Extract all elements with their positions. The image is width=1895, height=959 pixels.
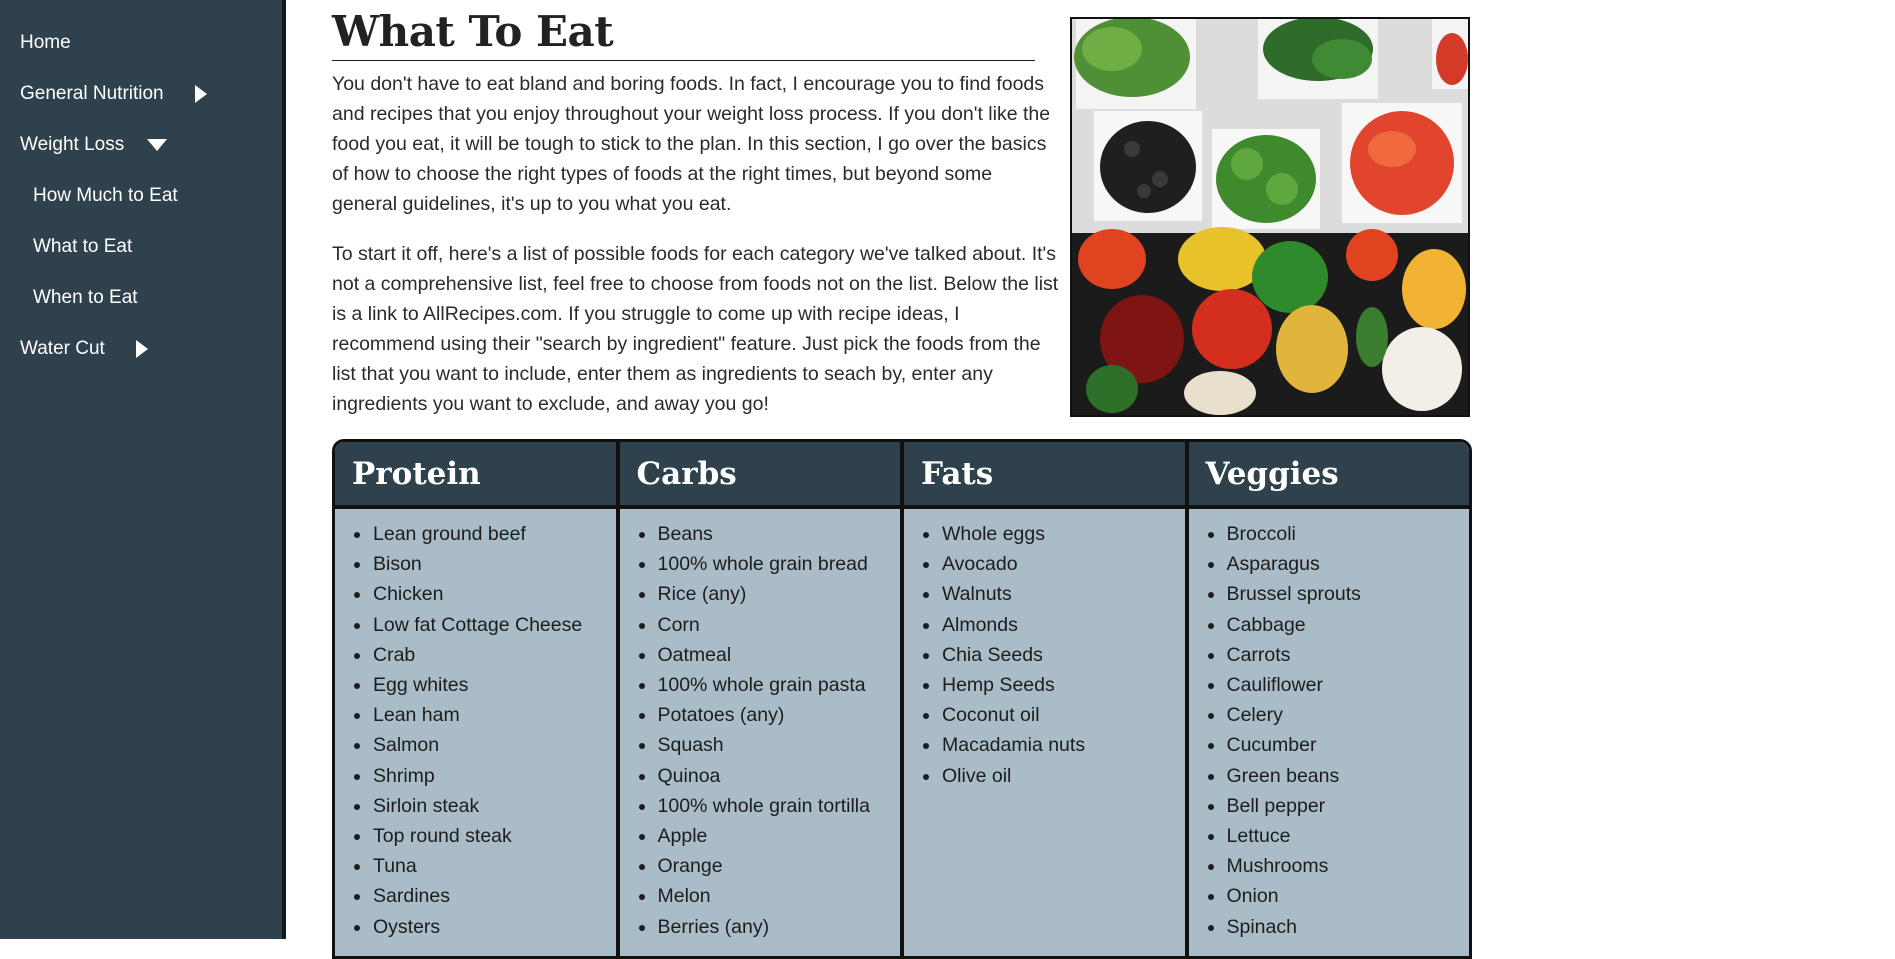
list-item: Melon bbox=[620, 881, 901, 911]
list-item: Olive oil bbox=[904, 761, 1185, 791]
list-item: Salmon bbox=[335, 730, 616, 760]
nav-home[interactable]: Home bbox=[20, 23, 71, 63]
list-item: Lean ham bbox=[335, 700, 616, 730]
list-item: Tuna bbox=[335, 851, 616, 881]
food-platter-image bbox=[1070, 17, 1470, 417]
nav-how-much-to-eat[interactable]: How Much to Eat bbox=[33, 176, 178, 216]
veggies-header: Veggies bbox=[1188, 442, 1469, 509]
list-item: Oysters bbox=[335, 912, 616, 942]
nav-water-cut-label: Water Cut bbox=[20, 338, 105, 359]
list-item: Orange bbox=[620, 851, 901, 881]
list-item: Egg whites bbox=[335, 670, 616, 700]
list-item: Chicken bbox=[335, 579, 616, 609]
nav-home-label: Home bbox=[20, 32, 71, 53]
list-item: Almonds bbox=[904, 610, 1185, 640]
nav-water-cut[interactable]: Water Cut bbox=[20, 329, 148, 369]
nav-weight-loss[interactable]: Weight Loss bbox=[20, 125, 168, 165]
list-item: Green beans bbox=[1189, 761, 1470, 791]
list-item: Asparagus bbox=[1189, 549, 1470, 579]
list-item: Berries (any) bbox=[620, 912, 901, 942]
nav-what-to-eat[interactable]: What to Eat bbox=[33, 227, 132, 267]
list-item: Lean ground beef bbox=[335, 519, 616, 549]
nav-when-to-eat[interactable]: When to Eat bbox=[33, 278, 138, 318]
main-content: What To Eat You don't have to eat bland … bbox=[332, 0, 1472, 959]
list-item: Whole eggs bbox=[904, 519, 1185, 549]
list-item: Hemp Seeds bbox=[904, 670, 1185, 700]
fats-list: Whole eggs Avocado Walnuts Almonds Chia … bbox=[904, 519, 1185, 791]
list-item: Carrots bbox=[1189, 640, 1470, 670]
carbs-column: Carbs Beans 100% whole grain bread Rice … bbox=[619, 442, 904, 956]
nav-general-nutrition-label: General Nutrition bbox=[20, 83, 164, 104]
list-item: Spinach bbox=[1189, 912, 1470, 942]
list-item: Broccoli bbox=[1189, 519, 1470, 549]
list-item: Onion bbox=[1189, 881, 1470, 911]
list-item: Brussel sprouts bbox=[1189, 579, 1470, 609]
list-item: Potatoes (any) bbox=[620, 700, 901, 730]
list-item: Mushrooms bbox=[1189, 851, 1470, 881]
list-item: Oatmeal bbox=[620, 640, 901, 670]
expand-right-icon[interactable] bbox=[135, 340, 148, 358]
expand-right-icon[interactable] bbox=[194, 85, 207, 103]
list-item: Shrimp bbox=[335, 761, 616, 791]
list-item: Squash bbox=[620, 730, 901, 760]
list-item: Bell pepper bbox=[1189, 791, 1470, 821]
page-title: What To Eat bbox=[332, 6, 1035, 61]
list-item: Crab bbox=[335, 640, 616, 670]
carbs-header: Carbs bbox=[619, 442, 900, 509]
list-item: Cucumber bbox=[1189, 730, 1470, 760]
list-item: Lettuce bbox=[1189, 821, 1470, 851]
list-item: Sirloin steak bbox=[335, 791, 616, 821]
list-item: 100% whole grain pasta bbox=[620, 670, 901, 700]
food-platter-illustration bbox=[1072, 19, 1468, 415]
list-item: Bison bbox=[335, 549, 616, 579]
nav-general-nutrition[interactable]: General Nutrition bbox=[20, 74, 207, 114]
intro-paragraph: You don't have to eat bland and boring f… bbox=[332, 73, 1051, 215]
list-item: Quinoa bbox=[620, 761, 901, 791]
nav-how-much-to-eat-label: How Much to Eat bbox=[33, 185, 178, 206]
fats-column: Fats Whole eggs Avocado Walnuts Almonds … bbox=[904, 442, 1189, 956]
list-item: Coconut oil bbox=[904, 700, 1185, 730]
list-item: 100% whole grain tortilla bbox=[620, 791, 901, 821]
list-item: Avocado bbox=[904, 549, 1185, 579]
nav-what-to-eat-label: What to Eat bbox=[33, 236, 133, 257]
list-intro-paragraph: To start it off, here's a list of possib… bbox=[332, 243, 1059, 415]
nav-when-to-eat-label: When to Eat bbox=[33, 287, 138, 308]
protein-column: Protein Lean ground beef Bison Chicken L… bbox=[335, 442, 620, 956]
list-item: Sardines bbox=[335, 881, 616, 911]
veggies-list: Broccoli Asparagus Brussel sprouts Cabba… bbox=[1189, 519, 1470, 942]
sidebar-nav: Home General Nutrition Weight Loss How M… bbox=[0, 0, 286, 939]
food-category-table: Protein Lean ground beef Bison Chicken L… bbox=[332, 439, 1472, 959]
list-item: Corn bbox=[620, 610, 901, 640]
list-item: Low fat Cottage Cheese bbox=[335, 610, 616, 640]
carbs-list: Beans 100% whole grain bread Rice (any) … bbox=[620, 519, 901, 942]
list-item: Cabbage bbox=[1189, 610, 1470, 640]
list-item: Apple bbox=[620, 821, 901, 851]
veggies-column: Veggies Broccoli Asparagus Brussel sprou… bbox=[1188, 442, 1470, 956]
list-item: Top round steak bbox=[335, 821, 616, 851]
nav-weight-loss-label: Weight Loss bbox=[20, 134, 125, 155]
list-item: Beans bbox=[620, 519, 901, 549]
protein-header: Protein bbox=[335, 442, 616, 509]
protein-list: Lean ground beef Bison Chicken Low fat C… bbox=[335, 519, 616, 942]
list-item: Rice (any) bbox=[620, 579, 901, 609]
list-item: 100% whole grain bread bbox=[620, 549, 901, 579]
list-item: Walnuts bbox=[904, 579, 1185, 609]
list-item: Chia Seeds bbox=[904, 640, 1185, 670]
collapse-down-icon[interactable] bbox=[147, 139, 168, 151]
list-item: Cauliflower bbox=[1189, 670, 1470, 700]
list-item: Macadamia nuts bbox=[904, 730, 1185, 760]
fats-header: Fats bbox=[904, 442, 1185, 509]
list-item: Celery bbox=[1189, 700, 1470, 730]
